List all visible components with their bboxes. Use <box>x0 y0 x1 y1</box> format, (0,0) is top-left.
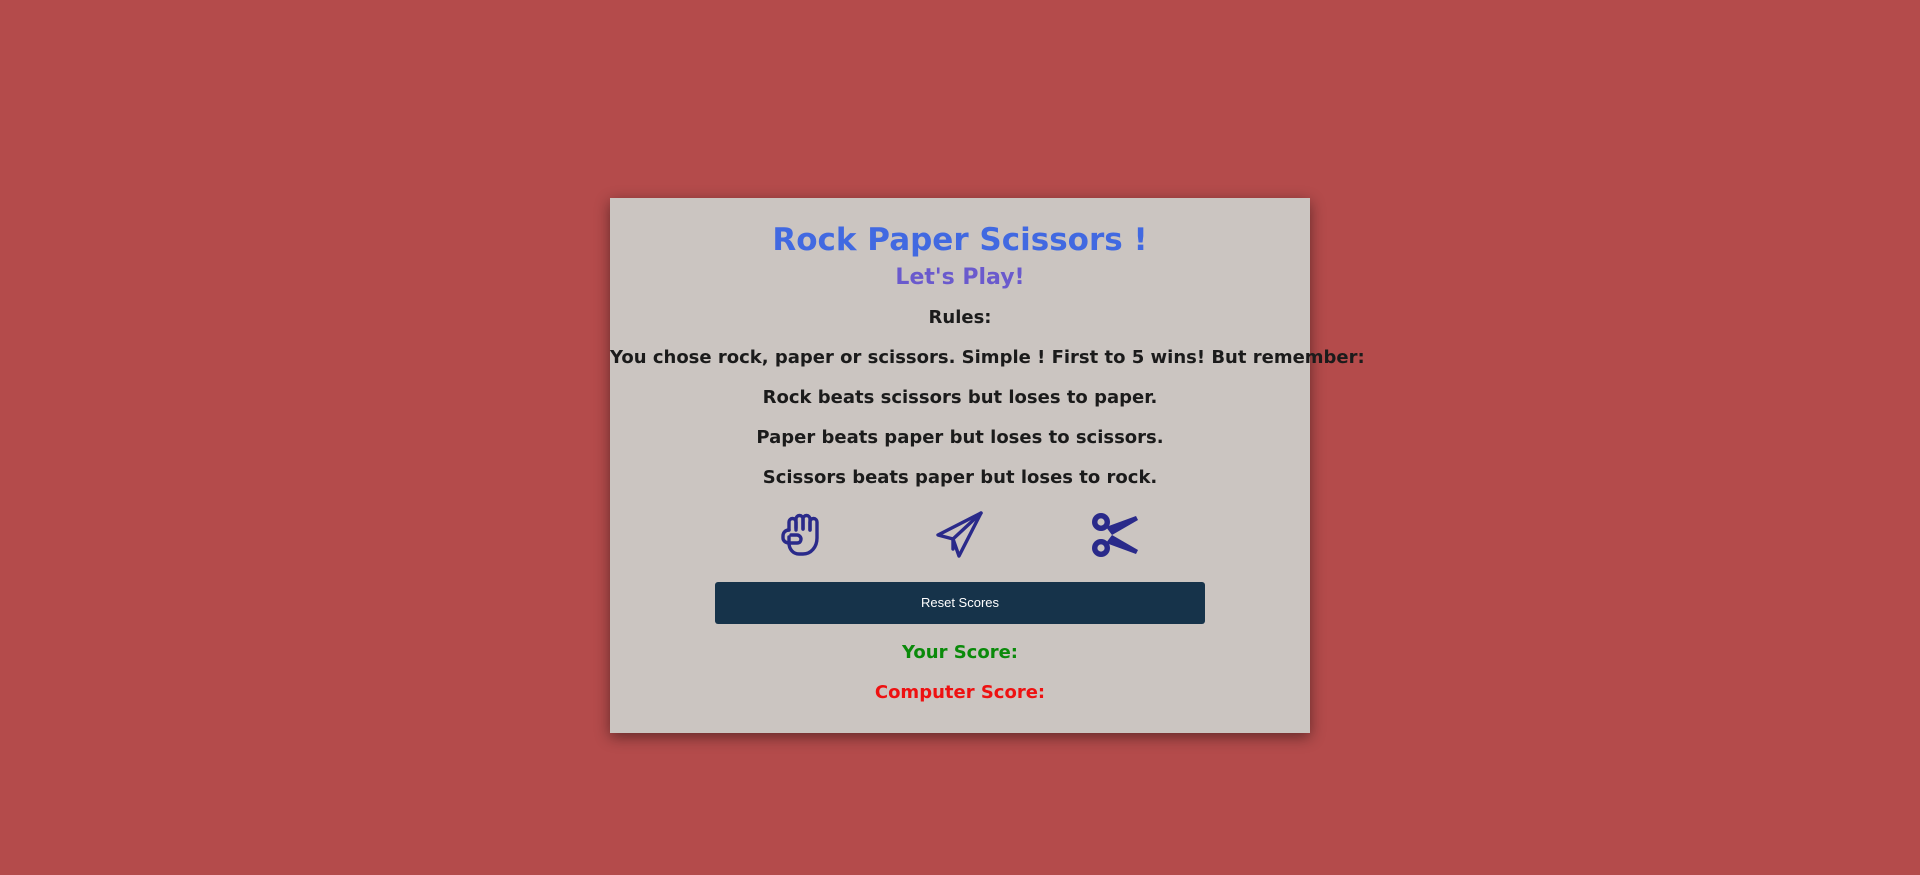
rock-button[interactable] <box>777 508 831 562</box>
computer-score-label: Computer Score: <box>874 682 1046 703</box>
game-subtitle: Let's Play! <box>895 265 1025 290</box>
rule-rock: Rock beats scissors but loses to paper. <box>762 387 1158 408</box>
rules-heading: Rules: <box>928 307 992 328</box>
game-title: Rock Paper Scissors ! <box>772 222 1148 258</box>
rule-scissors: Scissors beats paper but loses to rock. <box>762 467 1158 488</box>
your-score-label: Your Score: <box>902 642 1018 663</box>
game-card: Rock Paper Scissors ! Let's Play! Rules:… <box>610 198 1365 733</box>
rule-paper: Paper beats paper but loses to scissors. <box>756 427 1164 448</box>
reset-scores-button[interactable]: Reset Scores <box>715 582 1205 624</box>
hand-fist-icon <box>781 513 819 556</box>
scissors-button[interactable] <box>1088 508 1142 562</box>
paper-plane-icon <box>936 511 983 558</box>
paper-button[interactable] <box>933 508 987 562</box>
scissors-icon <box>1092 513 1138 557</box>
rules-intro: You chose rock, paper or scissors. Simpl… <box>610 347 1365 368</box>
